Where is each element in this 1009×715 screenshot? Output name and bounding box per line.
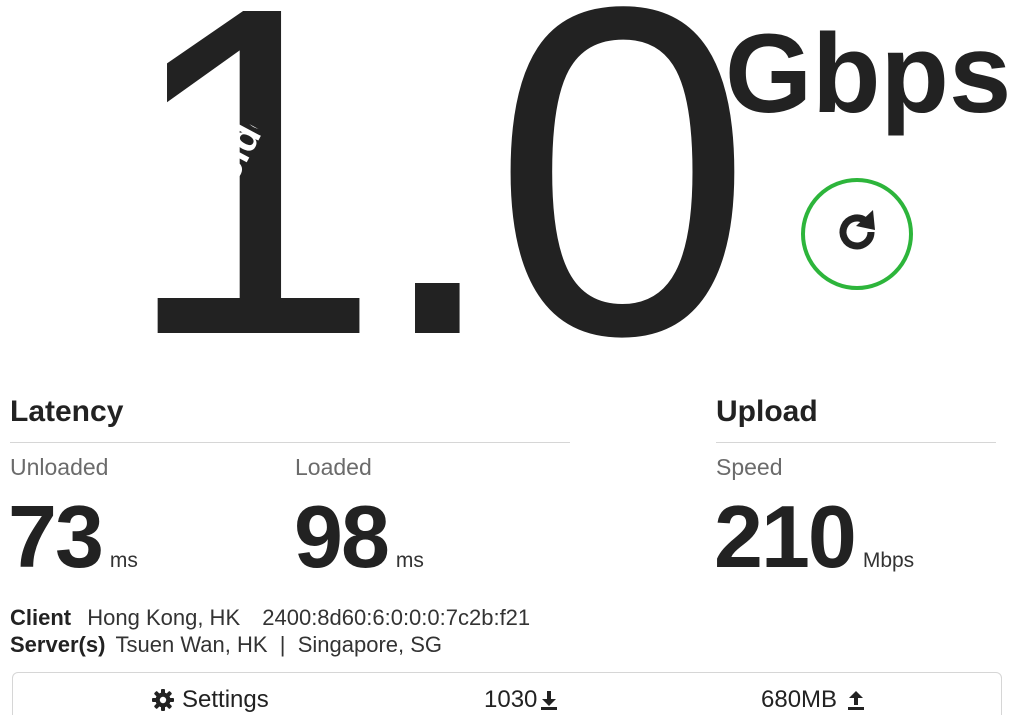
unloaded-value: 73 [8,487,104,586]
unloaded-unit: ms [109,549,138,572]
servers-value: Tsuen Wan, HK | Singapore, SG [115,632,443,657]
server-info: Server(s) Tsuen Wan, HK | Singapore, SG [10,632,442,658]
download-data-used: 1030 [484,686,558,714]
client-label: Client [10,605,72,630]
loaded-label: Loaded [295,454,372,480]
speedtest-page: 1.0 elde Gbps Latency Unloaded 73 ms Loa… [0,0,1009,715]
download-arrow-icon [540,690,558,710]
latency-title: Latency [10,395,124,428]
upload-title: Upload [716,395,818,428]
gear-icon [152,689,174,711]
upload-speed-label: Speed [716,454,783,480]
loaded-metric: 98 ms [294,493,424,581]
upload-data-used: 680MB [761,686,865,714]
upload-divider [716,442,996,443]
download-value: 1030 [484,686,538,713]
loaded-unit: ms [395,549,424,572]
restart-button[interactable] [801,178,913,290]
upload-arrow-icon [847,690,865,710]
restart-icon [829,204,885,265]
settings-label: Settings [182,686,269,713]
speed-value: 1.0 [122,0,753,433]
latency-divider [10,442,570,443]
upload-metric: 210 Mbps [714,493,914,581]
client-info: Client Hong Kong, HK 2400:8d60:6:0:0:0:7… [10,605,530,631]
loaded-value: 98 [294,487,390,586]
settings-button[interactable]: Settings [152,686,269,714]
servers-label: Server(s) [10,632,106,657]
upload-value: 680MB [761,686,838,713]
unloaded-metric: 73 ms [8,493,138,581]
client-location: Hong Kong, HK [87,605,241,630]
unloaded-label: Unloaded [10,454,109,480]
upload-speed-unit: Mbps [862,549,915,572]
client-ip: 2400:8d60:6:0:0:0:7c2b:f21 [262,605,531,630]
speed-unit: Gbps [725,11,1009,136]
upload-speed-value: 210 [714,487,857,586]
